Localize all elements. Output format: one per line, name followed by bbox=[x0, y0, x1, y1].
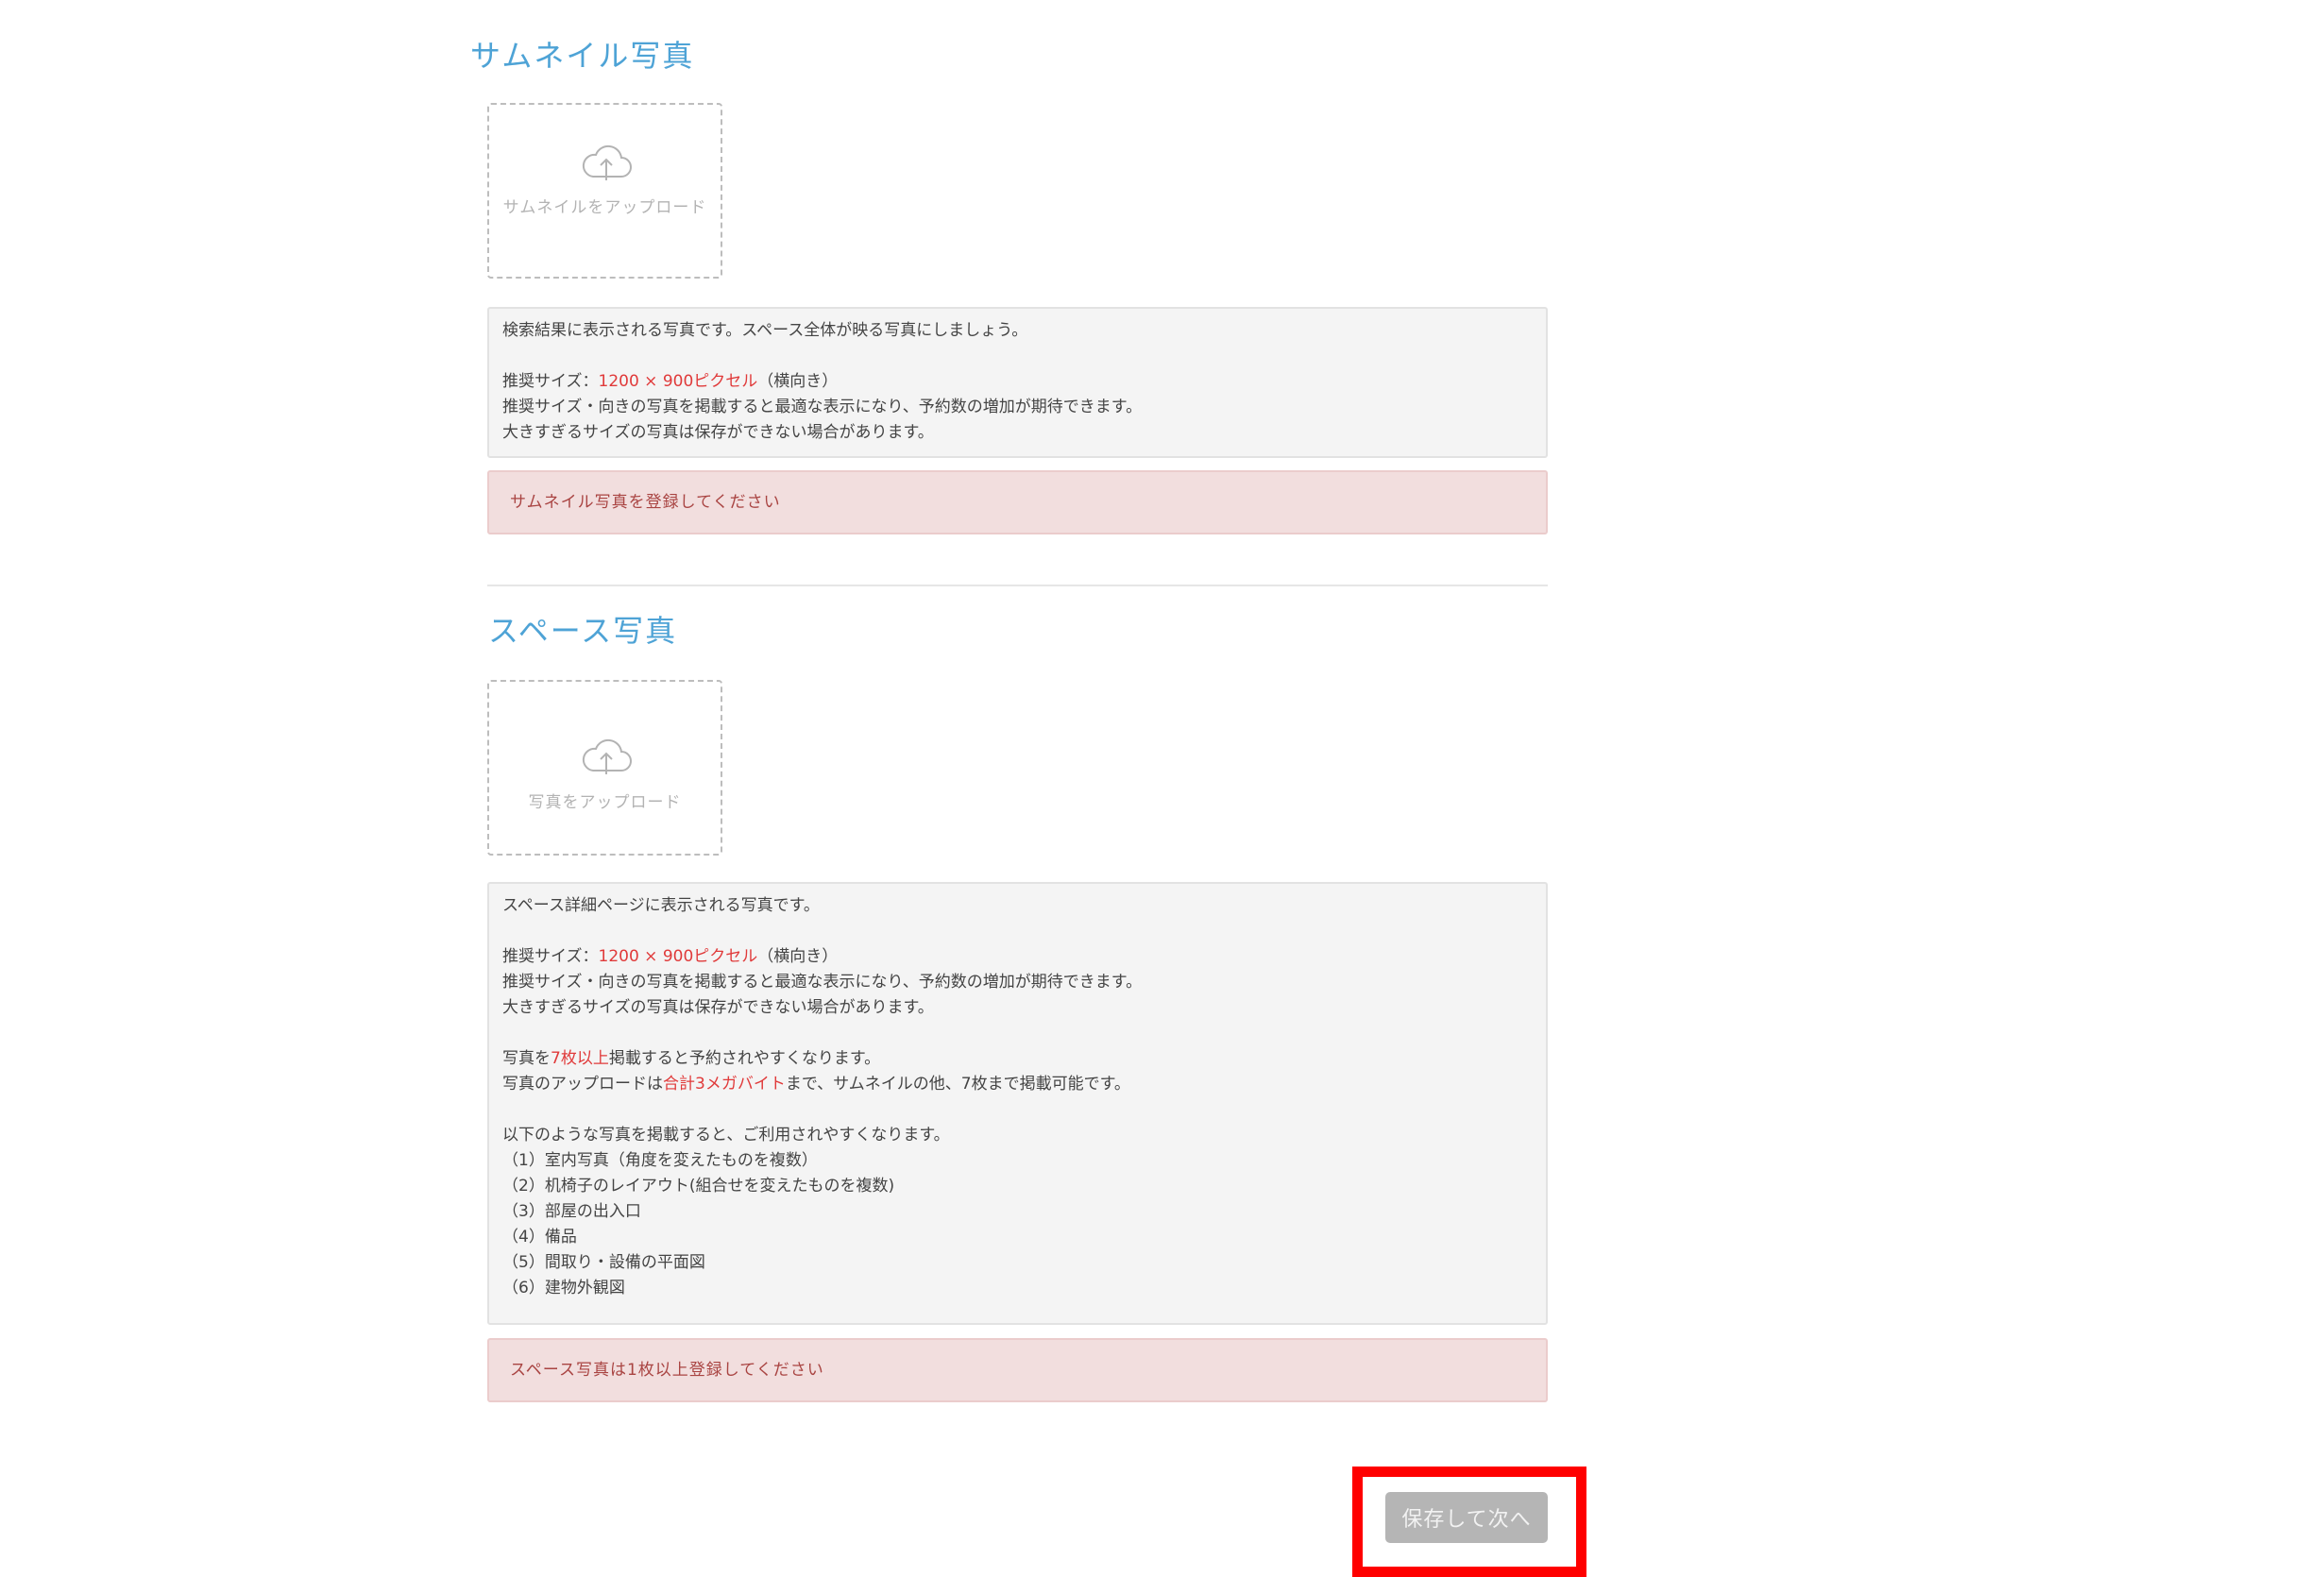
cloud-upload-icon bbox=[582, 144, 632, 180]
list-item: （2）机椅子のレイアウト(組合せを変えたものを複数) bbox=[502, 1177, 895, 1195]
list-item: （6）建物外観図 bbox=[502, 1279, 625, 1297]
limit-value: 合計3メガバイト bbox=[663, 1075, 786, 1094]
info-text: スペース詳細ページに表示される写真です。 bbox=[502, 896, 820, 915]
space-upload-label: 写真をアップロード bbox=[528, 793, 682, 812]
thumbnail-section-title: サムネイル写真 bbox=[470, 38, 695, 74]
info-text: 大きすぎるサイズの写真は保存ができない場合があります。 bbox=[502, 998, 934, 1017]
space-photo-error-alert: スペース写真は1枚以上登録してください bbox=[487, 1338, 1548, 1402]
thumbnail-error-alert: サムネイル写真を登録してください bbox=[487, 470, 1548, 534]
size-value: 1200 × 900ピクセル bbox=[598, 372, 758, 391]
list-item: （3）部屋の出入口 bbox=[502, 1202, 641, 1221]
space-section-title: スペース写真 bbox=[488, 613, 678, 649]
info-text: 検索結果に表示される写真です。スペース全体が映る写真にしましょう。 bbox=[502, 321, 1028, 340]
size-label: 推奨サイズ： bbox=[502, 947, 599, 966]
info-text: 推奨サイズ・向きの写真を掲載すると最適な表示になり、予約数の増加が期待できます。 bbox=[502, 973, 1143, 992]
size-label: 推奨サイズ： bbox=[502, 372, 599, 391]
cloud-upload-icon bbox=[582, 738, 632, 774]
section-divider bbox=[487, 585, 1548, 586]
limit-prefix: 写真のアップロードは bbox=[502, 1075, 663, 1094]
size-orientation: （横向き） bbox=[757, 947, 839, 966]
count-prefix: 写真を bbox=[502, 1049, 551, 1068]
space-photo-upload-button[interactable]: 写真をアップロード bbox=[487, 680, 722, 856]
size-value: 1200 × 900ピクセル bbox=[598, 947, 758, 966]
list-intro: 以下のような写真を掲載すると、ご利用されやすくなります。 bbox=[502, 1126, 950, 1145]
list-item: （4）備品 bbox=[502, 1228, 577, 1246]
recommended-size-line: 推奨サイズ：1200 × 900ピクセル（横向き） bbox=[502, 369, 1533, 395]
size-orientation: （横向き） bbox=[757, 372, 839, 391]
thumbnail-info-box: 検索結果に表示される写真です。スペース全体が映る写真にしましょう。 推奨サイズ：… bbox=[487, 307, 1548, 458]
list-item: （1）室内写真（角度を変えたものを複数） bbox=[502, 1151, 818, 1170]
space-info-box: スペース詳細ページに表示される写真です。 推奨サイズ：1200 × 900ピクセ… bbox=[487, 882, 1548, 1325]
info-text: 推奨サイズ・向きの写真を掲載すると最適な表示になり、予約数の増加が期待できます。 bbox=[502, 398, 1143, 416]
count-suffix: 掲載すると予約されやすくなります。 bbox=[608, 1049, 881, 1068]
save-and-next-button[interactable]: 保存して次へ bbox=[1385, 1492, 1548, 1543]
list-item: （5）間取り・設備の平面図 bbox=[502, 1253, 705, 1272]
upload-limit-line: 写真のアップロードは合計3メガバイトまで、サムネイルの他、7枚まで掲載可能です。 bbox=[502, 1072, 1533, 1097]
thumbnail-upload-button[interactable]: サムネイルをアップロード bbox=[487, 103, 722, 279]
photo-count-line: 写真を7枚以上掲載すると予約されやすくなります。 bbox=[502, 1046, 1533, 1072]
info-text: 大きすぎるサイズの写真は保存ができない場合があります。 bbox=[502, 423, 934, 442]
count-value: 7枚以上 bbox=[551, 1049, 609, 1068]
recommended-size-line: 推奨サイズ：1200 × 900ピクセル（横向き） bbox=[502, 944, 1533, 970]
limit-suffix: まで、サムネイルの他、7枚まで掲載可能です。 bbox=[785, 1075, 1130, 1094]
thumbnail-upload-label: サムネイルをアップロード bbox=[502, 198, 707, 217]
